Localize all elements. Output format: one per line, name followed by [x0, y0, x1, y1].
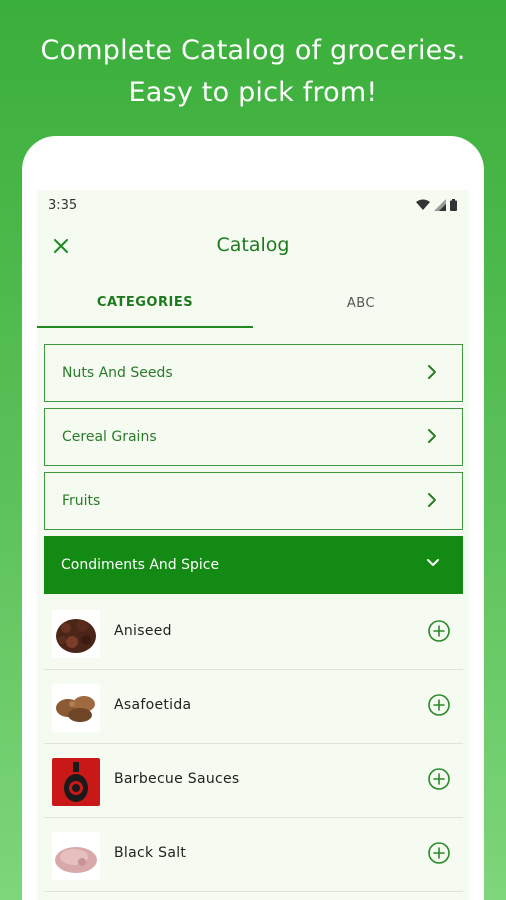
- list-item-black-salt[interactable]: Black Salt: [44, 818, 463, 892]
- category-label: Cereal Grains: [62, 429, 157, 445]
- item-label: Asafoetida: [114, 697, 192, 713]
- battery-icon: [450, 199, 457, 211]
- promo-headline-line2: Easy to pick from!: [128, 77, 378, 108]
- category-label: Condiments And Spice: [61, 557, 220, 573]
- aniseed-thumbnail: [52, 610, 100, 658]
- chevron-right-icon: [428, 365, 436, 379]
- app-screen: 3:35 Catalog CATEGORIES ABC Nuts And See…: [37, 190, 469, 900]
- signal-icon: [434, 199, 446, 211]
- item-label: Aniseed: [114, 623, 172, 639]
- status-time: 3:35: [48, 198, 78, 213]
- category-label: Fruits: [62, 493, 101, 509]
- category-row-fruits[interactable]: Fruits: [44, 472, 463, 530]
- category-row-nuts-and-seeds[interactable]: Nuts And Seeds: [44, 344, 463, 402]
- status-icons: [416, 199, 457, 211]
- tab-bar: CATEGORIES ABC: [37, 278, 469, 328]
- add-circle-icon[interactable]: [427, 619, 451, 643]
- asafoetida-thumbnail: [52, 684, 100, 732]
- add-circle-icon[interactable]: [427, 693, 451, 717]
- app-bar: Catalog: [37, 220, 469, 276]
- item-label: Black Salt: [114, 845, 187, 861]
- list-item-barbecue-sauces[interactable]: Barbecue Sauces: [44, 744, 463, 818]
- add-circle-icon[interactable]: [427, 841, 451, 865]
- add-circle-icon[interactable]: [427, 767, 451, 791]
- chevron-down-icon: [427, 559, 439, 566]
- chevron-right-icon: [428, 429, 436, 443]
- black-salt-thumbnail: [52, 832, 100, 880]
- category-label: Nuts And Seeds: [62, 365, 173, 381]
- promo-headline-line1: Complete Catalog of groceries.: [40, 35, 466, 66]
- tab-abc[interactable]: ABC: [253, 278, 469, 328]
- tab-categories[interactable]: CATEGORIES: [37, 278, 253, 328]
- list-item-aniseed[interactable]: Aniseed: [44, 596, 463, 670]
- barbecue-sauces-thumbnail: [52, 758, 100, 806]
- list-item-asafoetida[interactable]: Asafoetida: [44, 670, 463, 744]
- status-bar: 3:35: [37, 190, 469, 220]
- category-row-cereal-grains[interactable]: Cereal Grains: [44, 408, 463, 466]
- page-title: Catalog: [216, 234, 290, 256]
- item-label: Barbecue Sauces: [114, 771, 240, 787]
- chevron-right-icon: [428, 493, 436, 507]
- promo-headline: Complete Catalog of groceries. Easy to p…: [0, 30, 506, 114]
- wifi-icon: [416, 199, 430, 210]
- category-row-condiments-and-spice[interactable]: Condiments And Spice: [44, 536, 463, 594]
